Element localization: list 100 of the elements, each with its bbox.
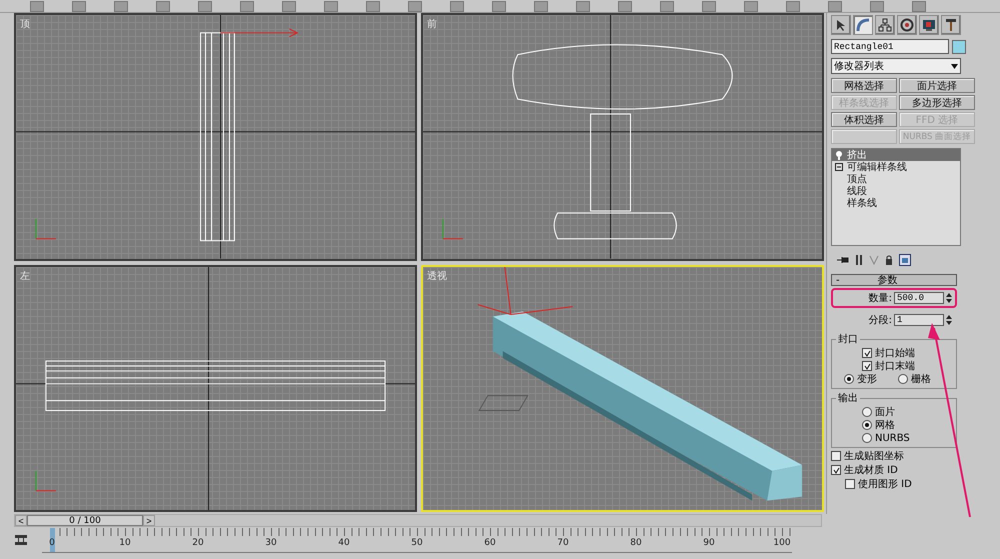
- modifier-button[interactable]: 面片选择: [899, 78, 975, 93]
- panel-tab[interactable]: [919, 15, 939, 35]
- monitor-icon: [922, 18, 936, 32]
- toolbar-icon[interactable]: [156, 0, 170, 12]
- spinner-arrows-icon[interactable]: [946, 293, 952, 303]
- axis-tripod: [35, 218, 56, 240]
- modifier-button[interactable]: 体积选择: [831, 112, 897, 127]
- toolbar-icon[interactable]: [450, 0, 464, 12]
- caret-icon: [951, 64, 958, 68]
- panel-tab[interactable]: [831, 15, 851, 35]
- toolbar-icon[interactable]: [702, 0, 716, 12]
- panel-tab[interactable]: [875, 15, 895, 35]
- toolbar-icon[interactable]: [828, 0, 842, 12]
- spinner-arrows-icon[interactable]: [946, 315, 952, 325]
- toolbar-icon[interactable]: [366, 0, 380, 12]
- time-slider[interactable]: < 0 / 100 >: [14, 514, 822, 527]
- checkbox-label: 生成贴图坐标: [844, 450, 904, 463]
- time-slider-thumb[interactable]: 0 / 100: [27, 515, 143, 526]
- toolbar-icon[interactable]: [282, 0, 296, 12]
- configure-icon[interactable]: [899, 254, 911, 266]
- object-name-field[interactable]: Rectangle01: [831, 39, 949, 54]
- stack-subitem[interactable]: 线段: [832, 185, 960, 197]
- toolbar-icon[interactable]: [912, 0, 926, 12]
- toolbar-icon[interactable]: [660, 0, 674, 12]
- hammer-icon: [944, 18, 958, 32]
- spinner-label: 数量:: [868, 292, 892, 305]
- panel-tab[interactable]: [941, 15, 961, 35]
- checkbox-label: 使用图形 ID: [858, 478, 912, 491]
- stack-subitem[interactable]: 样条线: [832, 197, 960, 209]
- frame-number: 60: [484, 538, 496, 548]
- axis-tripod: [35, 470, 56, 491]
- toolbar-icon[interactable]: [72, 0, 86, 12]
- modifier-button[interactable]: 多边形选择: [899, 95, 975, 110]
- radio-label: 网格: [875, 418, 895, 432]
- frame-number: 40: [338, 538, 350, 548]
- modifier-button[interactable]: 网格选择: [831, 78, 897, 93]
- frame-marker[interactable]: [50, 528, 55, 552]
- toolbar-icon[interactable]: [408, 0, 422, 12]
- curve-icon: [856, 18, 870, 32]
- checkbox-label: 生成材质 ID: [844, 464, 898, 477]
- spinner-field[interactable]: 500.0: [894, 292, 944, 304]
- modifier-list-dropdown[interactable]: 修改器列表: [831, 58, 961, 74]
- radio-button[interactable]: [862, 420, 872, 430]
- axis-tripod: [442, 218, 464, 240]
- toolbar-icon[interactable]: [744, 0, 758, 12]
- stack-item[interactable]: 挤出: [832, 149, 960, 161]
- radio-label: 面片: [875, 406, 895, 419]
- checkbox[interactable]: [845, 479, 855, 489]
- radio-button[interactable]: [862, 407, 872, 417]
- pipe-icon[interactable]: [855, 254, 863, 266]
- checkbox[interactable]: [831, 465, 841, 475]
- collapse-icon[interactable]: [835, 163, 843, 171]
- spinner-label: 分段:: [868, 314, 892, 327]
- viewport-label: 左: [20, 270, 30, 282]
- hierarchy-icon: [878, 18, 892, 32]
- curve-editor-icon[interactable]: [14, 534, 28, 546]
- toolbar-icon[interactable]: [870, 0, 884, 12]
- frame-number: 80: [630, 538, 642, 548]
- toolbar-icon[interactable]: [114, 0, 128, 12]
- stack-subitem[interactable]: 顶点: [832, 173, 960, 185]
- fork-icon[interactable]: [869, 255, 879, 265]
- lock-icon[interactable]: [885, 255, 893, 265]
- toolbar-icon[interactable]: [30, 0, 44, 12]
- panel-tab[interactable]: [897, 15, 917, 35]
- toolbar-icon[interactable]: [618, 0, 632, 12]
- toolbar-icon[interactable]: [492, 0, 506, 12]
- radio-button[interactable]: [862, 433, 872, 443]
- check-icon: [832, 466, 840, 474]
- pin-icon[interactable]: [837, 255, 849, 265]
- radio-label: 栅格: [911, 372, 931, 386]
- viewport-label: 前: [427, 18, 437, 31]
- rollout-header[interactable]: - 参数: [831, 274, 957, 286]
- grid-plane-drawing: [478, 394, 529, 411]
- object-color-swatch[interactable]: [952, 40, 966, 54]
- checkbox[interactable]: [831, 451, 841, 461]
- checkbox[interactable]: [862, 361, 872, 371]
- toolbar-icon[interactable]: [534, 0, 548, 12]
- spinner-field[interactable]: 1: [894, 314, 944, 326]
- toolbar-icon[interactable]: [576, 0, 590, 12]
- viewport-label: 顶: [20, 18, 30, 31]
- frame-number: 100: [773, 538, 791, 548]
- checkbox-label: 封口末端: [875, 360, 915, 373]
- wheel-icon: [900, 18, 914, 32]
- track-bar[interactable]: 0 10 20 30 40 50 60 70 80 90 100: [42, 528, 792, 552]
- frame-number: 10: [119, 538, 131, 548]
- toolbar-icon[interactable]: [324, 0, 338, 12]
- stack-item[interactable]: 可编辑样条线: [832, 161, 960, 173]
- checkbox[interactable]: [862, 348, 872, 358]
- group-title: 封口: [837, 332, 859, 346]
- viewport-label: 透视: [427, 270, 447, 282]
- radio-button[interactable]: [898, 374, 908, 384]
- previous-frame-button[interactable]: <: [15, 515, 27, 526]
- panel-tab[interactable]: [853, 15, 873, 35]
- next-frame-button[interactable]: >: [143, 515, 155, 526]
- toolbar-icon[interactable]: [198, 0, 212, 12]
- toolbar-icon[interactable]: [786, 0, 800, 12]
- radio-button[interactable]: [844, 374, 854, 384]
- frame-number: 70: [557, 538, 569, 548]
- frame-number: 90: [703, 538, 715, 548]
- toolbar-icon[interactable]: [240, 0, 254, 12]
